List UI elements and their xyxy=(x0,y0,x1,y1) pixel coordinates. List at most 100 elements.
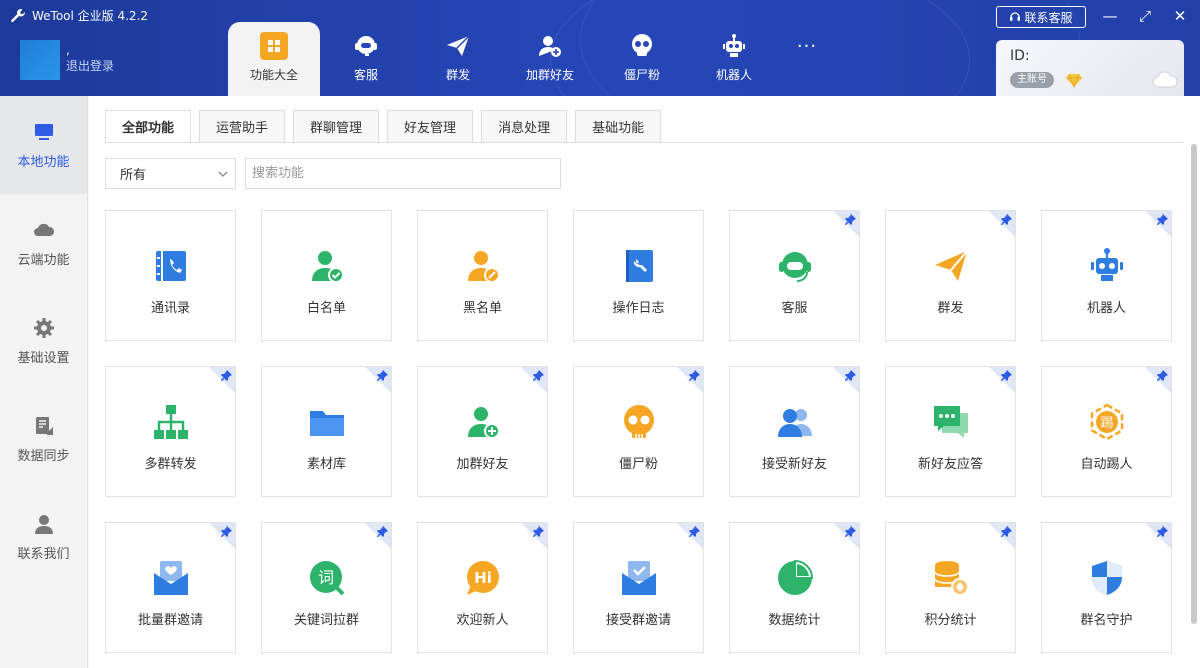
user-add-icon xyxy=(539,36,561,57)
tab-group-management[interactable]: 群聊管理 xyxy=(293,110,380,142)
feature-card-operation-log[interactable]: 操作日志 xyxy=(573,210,704,341)
feature-card-robot[interactable]: 机器人 xyxy=(1041,210,1172,341)
top-tab-zombie-fans[interactable]: 僵尸粉 xyxy=(596,22,688,96)
contact-service-label: 联系客服 xyxy=(1024,10,1073,25)
headset-icon xyxy=(778,252,811,282)
top-tab-add-group-friends[interactable]: 加群好友 xyxy=(504,22,596,96)
avatar[interactable] xyxy=(20,40,60,80)
feature-card-accept-group-invite[interactable]: 接受群邀请 xyxy=(573,522,704,653)
category-tabs: 全部功能 运营助手 群聊管理 好友管理 消息处理 基础功能 xyxy=(105,110,662,142)
account-card[interactable]: ID: 主账号 xyxy=(996,40,1184,96)
pin-icon xyxy=(377,526,388,537)
feature-card-add-group-friends[interactable]: 加群好友 xyxy=(417,366,548,497)
top-tab-customer-service[interactable]: 客服 xyxy=(320,22,412,96)
sidebar-item-basic-settings[interactable]: 基础设置 xyxy=(0,292,87,390)
paper-plane-icon xyxy=(934,250,968,281)
tab-operations-assistant[interactable]: 运营助手 xyxy=(199,110,286,142)
vertical-scrollbar[interactable] xyxy=(1191,144,1197,624)
feature-card-label: 白名单 xyxy=(306,301,346,316)
tab-basic-features[interactable]: 基础功能 xyxy=(575,110,662,142)
contact-service-button[interactable]: 联系客服 xyxy=(996,6,1086,28)
pin-icon xyxy=(1001,214,1012,225)
robot-icon xyxy=(723,34,745,57)
pin-icon xyxy=(221,526,232,537)
top-tabs: 功能大全 客服 群发 加群好友 僵尸粉 机器人 ··· xyxy=(228,22,834,96)
tab-friend-management[interactable]: 好友管理 xyxy=(387,110,474,142)
cloud-icon xyxy=(33,223,54,236)
feature-card-contacts[interactable]: 通讯录 xyxy=(105,210,236,341)
pin-icon xyxy=(221,370,232,381)
user-add-icon xyxy=(467,407,500,439)
users-icon xyxy=(777,409,812,437)
minimize-button[interactable]: — xyxy=(1099,6,1121,26)
feature-card-data-statistics[interactable]: 数据统计 xyxy=(729,522,860,653)
contacts-book-icon xyxy=(155,251,186,281)
tab-all-features[interactable]: 全部功能 xyxy=(105,110,192,142)
category-filter-select[interactable]: 所有 xyxy=(105,158,236,189)
feature-card-points-statistics[interactable]: 积分统计 xyxy=(885,522,1016,653)
sync-icon xyxy=(35,416,53,435)
headset-icon xyxy=(1010,12,1021,21)
feature-card-label: 批量群邀请 xyxy=(137,613,203,628)
feature-card-new-friend-reply[interactable]: 新好友应答 xyxy=(885,366,1016,497)
feature-card-label: 积分统计 xyxy=(924,613,977,628)
person-icon xyxy=(34,514,53,534)
title-bar: WeTool 企业版 4.2.2 , 退出登录 功能大全 客服 群发 加群好友 xyxy=(0,0,1200,96)
feature-card-keyword-group-pull[interactable]: 词 关键词拉群 xyxy=(261,522,392,653)
feature-card-label: 多群转发 xyxy=(144,457,197,472)
top-tab-robot[interactable]: 机器人 xyxy=(688,22,780,96)
feature-card-zombie-fans[interactable]: 僵尸粉 xyxy=(573,366,704,497)
feature-card-label: 欢迎新人 xyxy=(456,613,509,628)
pin-icon xyxy=(845,370,856,381)
feature-card-welcome-newcomers[interactable]: Hi 欢迎新人 xyxy=(417,522,548,653)
skull-icon xyxy=(623,405,654,438)
id-label: ID: xyxy=(1010,48,1030,64)
feature-card-label: 新好友应答 xyxy=(917,457,983,472)
mail-heart-icon xyxy=(153,561,188,595)
feature-card-label: 僵尸粉 xyxy=(618,457,658,472)
feature-card-label: 数据统计 xyxy=(768,613,821,628)
chevron-down-icon xyxy=(218,171,228,177)
main-panel: 全部功能 运营助手 群聊管理 好友管理 消息处理 基础功能 所有 通讯录 白名单… xyxy=(89,96,1200,668)
top-tab-label: 客服 xyxy=(353,68,378,82)
feature-card-broadcast[interactable]: 群发 xyxy=(885,210,1016,341)
feature-card-material-library[interactable]: 素材库 xyxy=(261,366,392,497)
tab-message-handling[interactable]: 消息处理 xyxy=(481,110,568,142)
close-button[interactable]: ✕ xyxy=(1169,6,1191,26)
feature-card-batch-group-invite[interactable]: 批量群邀请 xyxy=(105,522,236,653)
feature-card-auto-kick[interactable]: 踢 自动踢人 xyxy=(1041,366,1172,497)
top-tab-broadcast[interactable]: 群发 xyxy=(412,22,504,96)
more-button[interactable]: ··· xyxy=(780,22,834,96)
feature-card-label: 接受新好友 xyxy=(761,457,827,472)
feature-card-label: 素材库 xyxy=(306,457,346,472)
hi-icon-text: Hi xyxy=(474,569,492,587)
feature-card-group-name-guard[interactable]: 群名守护 xyxy=(1041,522,1172,653)
sidebar-item-contact-us[interactable]: 联系我们 xyxy=(0,488,87,586)
top-tab-all-features[interactable]: 功能大全 xyxy=(228,22,320,96)
feature-card-whitelist[interactable]: 白名单 xyxy=(261,210,392,341)
feature-card-label: 自动踢人 xyxy=(1080,457,1133,472)
kick-badge-icon: 踢 xyxy=(1090,403,1123,441)
logout-link[interactable]: 退出登录 xyxy=(66,58,114,74)
maximize-button[interactable]: ⤢ xyxy=(1134,6,1156,26)
chat-bubbles-icon xyxy=(933,406,968,438)
feature-card-blacklist[interactable]: 黑名单 xyxy=(417,210,548,341)
feature-card-accept-new-friends[interactable]: 接受新好友 xyxy=(729,366,860,497)
user-block: , 退出登录 xyxy=(20,40,114,80)
search-input[interactable] xyxy=(245,158,561,189)
filter-selected-value: 所有 xyxy=(120,168,147,183)
wrench-icon xyxy=(11,8,25,22)
app-title: WeTool 企业版 4.2.2 xyxy=(10,7,148,24)
sidebar-item-label: 云端功能 xyxy=(17,252,70,268)
sidebar-item-data-sync[interactable]: 数据同步 xyxy=(0,390,87,488)
headset-icon xyxy=(355,36,377,56)
sidebar-item-local-features[interactable]: 本地功能 xyxy=(0,96,87,194)
feature-card-multi-group-forward[interactable]: 多群转发 xyxy=(105,366,236,497)
feature-card-label: 机器人 xyxy=(1086,301,1126,316)
feature-card-customer-service[interactable]: 客服 xyxy=(729,210,860,341)
mail-check-icon xyxy=(621,561,656,595)
sidebar-item-cloud-features[interactable]: 云端功能 xyxy=(0,194,87,292)
user-block-icon xyxy=(467,251,500,283)
user-name: , xyxy=(66,43,70,57)
feature-card-label: 接受群邀请 xyxy=(605,613,671,628)
